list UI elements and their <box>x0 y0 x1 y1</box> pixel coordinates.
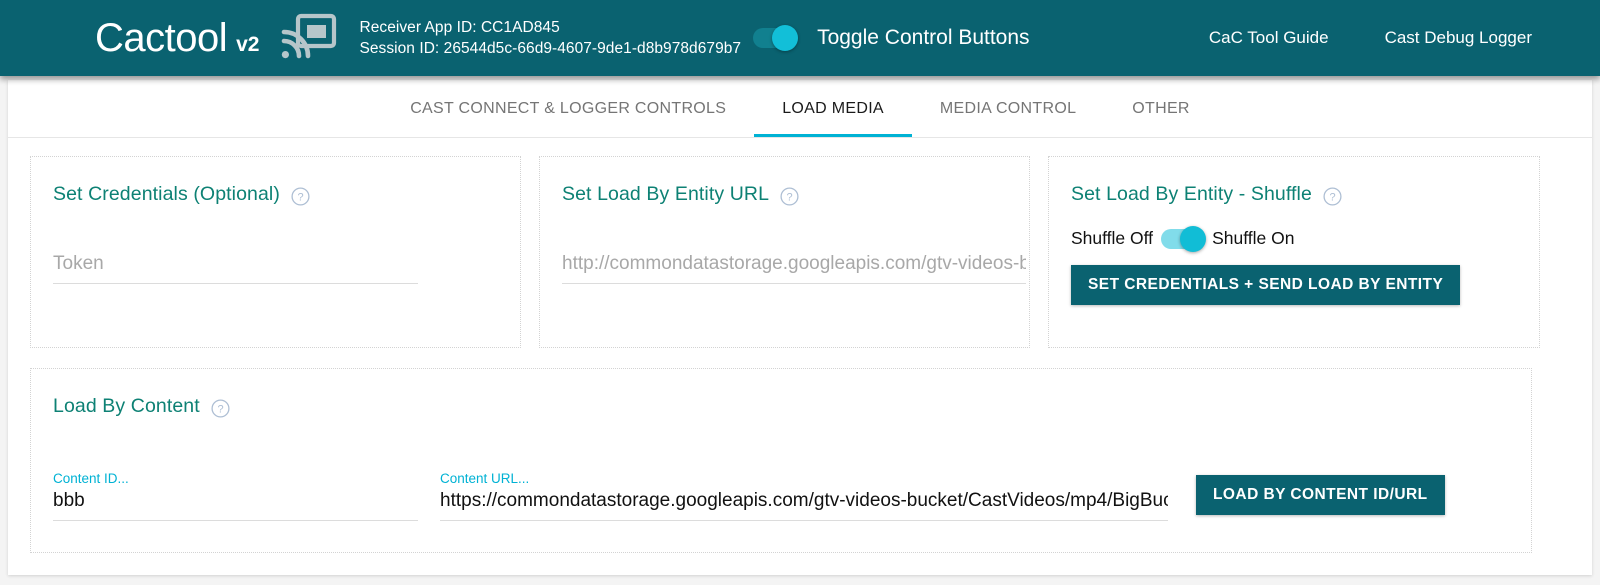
cast-icon <box>281 12 337 67</box>
session-info: Receiver App ID: CC1AD845 Session ID: 26… <box>359 17 741 59</box>
tab-bar: CAST CONNECT & LOGGER CONTROLS LOAD MEDI… <box>8 80 1592 138</box>
switch-knob <box>1180 225 1207 252</box>
content-url-label: Content URL... <box>440 471 530 486</box>
card-title: Set Load By Entity URL <box>562 183 770 205</box>
content-url-input[interactable] <box>440 489 1168 521</box>
toggle-control-buttons-switch[interactable] <box>753 25 799 51</box>
set-load-by-entity-shuffle-card: Set Load By Entity - Shuffle ? Shuffle O… <box>1048 156 1540 348</box>
card-title: Set Credentials (Optional) <box>53 183 280 205</box>
card-header: Set Load By Entity - Shuffle ? <box>1071 183 1517 206</box>
cac-tool-guide-link[interactable]: CaC Tool Guide <box>1209 28 1329 48</box>
content-panel: CAST CONNECT & LOGGER CONTROLS LOAD MEDI… <box>8 80 1592 575</box>
cards-row: Set Credentials (Optional) ? Set Load By… <box>8 138 1592 348</box>
svg-text:?: ? <box>217 403 223 415</box>
help-circle-icon[interactable]: ? <box>291 186 310 206</box>
control-buttons-toggle-group: Toggle Control Buttons <box>753 25 1030 51</box>
set-credentials-send-load-by-entity-button[interactable]: SET CREDENTIALS + SEND LOAD BY ENTITY <box>1071 265 1461 305</box>
session-id: Session ID: 26544d5c-66d9-4607-9de1-d8b9… <box>359 40 742 57</box>
receiver-app-id: Receiver App ID: CC1AD845 <box>359 19 560 36</box>
tab-other[interactable]: OTHER <box>1104 80 1218 137</box>
help-circle-icon[interactable]: ? <box>211 398 230 418</box>
brand-version: v2 <box>236 33 260 56</box>
content-id-label: Content ID... <box>53 471 129 486</box>
token-field-wrapper <box>53 252 498 284</box>
card-title: Load By Content <box>53 395 200 417</box>
entity-url-input[interactable] <box>562 252 1026 284</box>
tab-load-media[interactable]: LOAD MEDIA <box>754 80 912 137</box>
token-input[interactable] <box>53 252 418 284</box>
content-id-field-wrapper: Content ID... <box>53 471 418 521</box>
content-id-input[interactable] <box>53 489 418 521</box>
load-by-content-id-url-button[interactable]: LOAD BY CONTENT ID/URL <box>1196 475 1445 515</box>
app-root: Cactool v2 Receiver App ID: CC1AD845 Ses… <box>0 0 1600 585</box>
card-title: Set Load By Entity - Shuffle <box>1071 183 1312 205</box>
shuffle-switch[interactable] <box>1161 225 1207 252</box>
help-circle-icon[interactable]: ? <box>780 186 799 206</box>
app-header: Cactool v2 Receiver App ID: CC1AD845 Ses… <box>0 0 1600 76</box>
card-header: Load By Content ? <box>53 395 1509 418</box>
set-credentials-card: Set Credentials (Optional) ? <box>30 156 521 348</box>
help-circle-icon[interactable]: ? <box>1323 186 1342 206</box>
header-links: CaC Tool Guide Cast Debug Logger <box>1209 28 1532 48</box>
svg-text:?: ? <box>1329 191 1335 203</box>
shuffle-on-label: Shuffle On <box>1212 228 1295 248</box>
brand: Cactool v2 <box>95 18 259 58</box>
card-header: Set Credentials (Optional) ? <box>53 183 498 206</box>
svg-text:?: ? <box>787 191 793 203</box>
content-url-field-wrapper: Content URL... <box>440 471 1168 521</box>
tab-media-control[interactable]: MEDIA CONTROL <box>912 80 1104 137</box>
switch-knob <box>772 25 799 51</box>
load-by-content-card: Load By Content ? Content ID... Content … <box>30 368 1532 553</box>
entity-url-field-wrapper <box>562 252 1026 284</box>
shuffle-toggle-group: Shuffle Off Shuffle On <box>1071 225 1517 252</box>
svg-text:?: ? <box>297 191 303 203</box>
shuffle-off-label: Shuffle Off <box>1071 228 1154 248</box>
set-load-by-entity-url-card: Set Load By Entity URL ? <box>539 156 1030 348</box>
tab-cast-connect-logger-controls[interactable]: CAST CONNECT & LOGGER CONTROLS <box>382 80 754 137</box>
card-header: Set Load By Entity URL ? <box>562 183 1007 206</box>
toggle-control-buttons-label: Toggle Control Buttons <box>817 26 1030 49</box>
cast-debug-logger-link[interactable]: Cast Debug Logger <box>1385 28 1532 48</box>
brand-name: Cactool <box>95 16 228 60</box>
load-by-content-fields: Content ID... Content URL... LOAD BY CON… <box>53 442 1509 521</box>
